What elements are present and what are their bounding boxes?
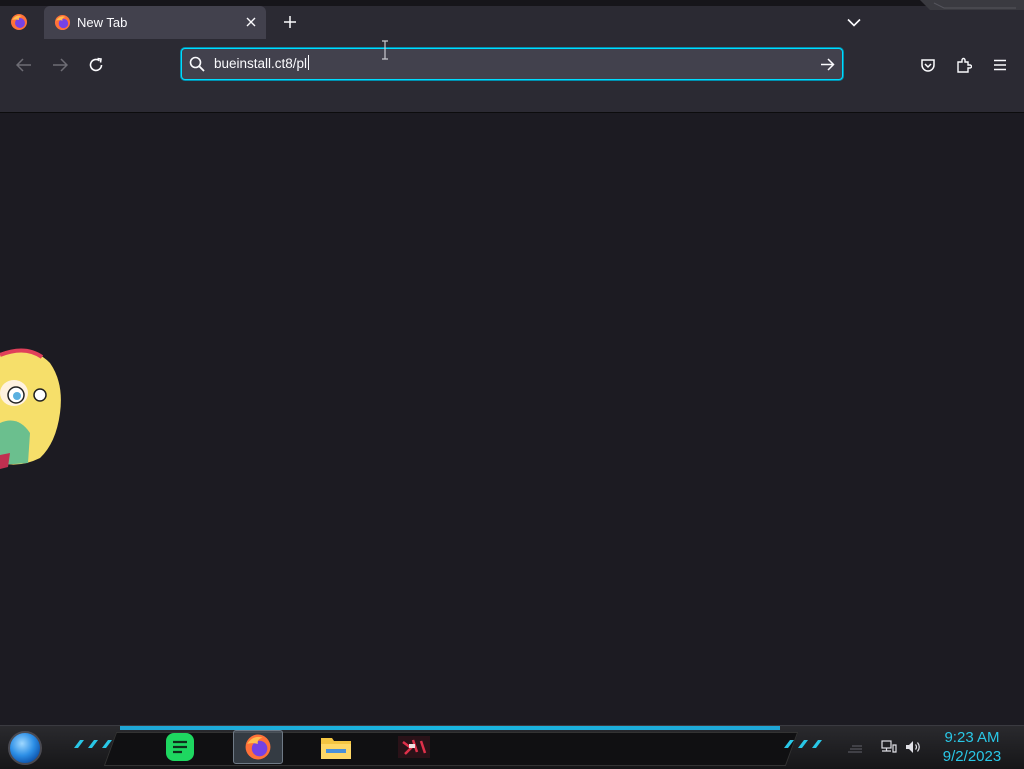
text-caret [308,55,310,70]
taskbar-decoration [784,740,822,748]
forward-button[interactable] [48,53,72,77]
url-input[interactable]: bueinstall.ct8/pl [214,55,794,73]
taskbar-app-game[interactable] [389,730,439,764]
firefox-view-button[interactable] [6,11,32,33]
clock-date: 9/2/2023 [942,748,1002,765]
notes-app-icon [166,733,194,761]
firefox-icon [54,14,71,31]
taskbar-app-file-explorer[interactable] [311,730,361,764]
navigation-toolbar: bueinstall.ct8/pl [0,44,1024,86]
close-icon [246,17,256,27]
firefox-icon [245,734,271,760]
tab-title: New Tab [77,15,128,30]
clock-time: 9:23 AM [944,729,1000,746]
desktop-mascot-character [0,348,61,469]
volume-tray-button[interactable] [904,738,922,756]
taskbar-clock[interactable]: 9:23 AM 9/2/2023 [932,728,1012,766]
search-icon [189,56,205,72]
game-app-icon [398,736,430,758]
text-cursor-icon [382,40,388,60]
hamburger-menu-icon [994,59,1006,71]
tab-close-button[interactable] [242,13,260,31]
volume-icon [906,741,920,753]
page-content [0,40,1024,725]
reload-icon [89,57,103,72]
pocket-icon [921,58,935,72]
reload-button[interactable] [84,53,108,77]
taskbar-app-notes[interactable] [155,730,205,764]
tab-new-tab[interactable]: New Tab [44,6,266,39]
taskbar-decoration [74,740,112,748]
network-tray-button[interactable] [880,738,898,756]
taskbar-app-firefox[interactable] [233,730,283,764]
taskbar-frame [103,732,799,766]
list-all-tabs-button[interactable] [844,12,864,32]
arrow-right-icon [820,57,835,71]
address-bar[interactable]: bueinstall.ct8/pl [181,48,843,80]
arrow-right-icon [53,58,68,72]
go-button[interactable] [818,55,836,73]
chevron-down-icon [847,18,861,27]
bookmarks-toolbar [0,86,1024,113]
arrow-left-icon [16,58,31,72]
taskbar-decoration [848,745,862,753]
window-frame-decoration [920,0,1024,10]
url-text: bueinstall.ct8/pl [214,56,308,71]
firefox-icon [11,14,27,30]
tab-strip: New Tab [0,0,1024,44]
network-icon [881,740,897,753]
new-tab-button[interactable] [280,12,300,32]
plus-icon [284,16,296,28]
back-button[interactable] [12,53,36,77]
taskbar-accent-stripe [120,726,780,730]
start-button[interactable] [8,731,42,765]
puzzle-icon [957,57,972,73]
save-to-pocket-button[interactable] [916,53,940,77]
application-menu-button[interactable] [988,53,1012,77]
file-explorer-icon [321,738,351,759]
extensions-button[interactable] [952,53,976,77]
taskbar: 9:23 AM 9/2/2023 [0,725,1024,769]
